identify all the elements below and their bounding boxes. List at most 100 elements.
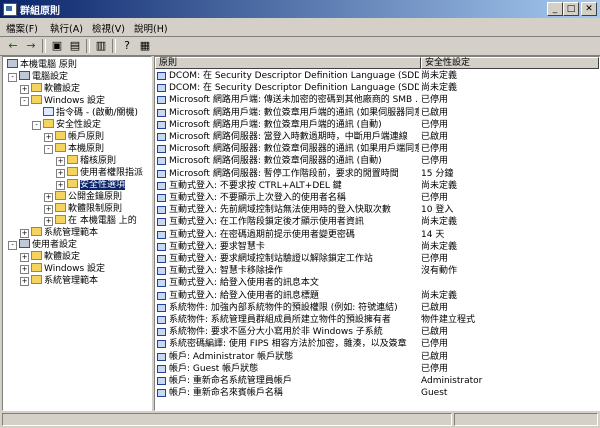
policy-name: 系統物件: 要求不區分大小寫用於非 Windows 子系統 bbox=[169, 327, 383, 338]
collapse-icon[interactable]: - bbox=[44, 145, 53, 154]
policy-row[interactable]: 互動式登入: 不要求按 CTRL+ALT+DEL 鍵 尚未定義 bbox=[155, 180, 599, 192]
menu-help[interactable]: 說明(H) bbox=[134, 21, 168, 35]
tree-node[interactable]: 公開金鑰原則 bbox=[55, 191, 122, 203]
policy-row[interactable]: Microsoft 網路伺服器: 數位簽章伺服器的通訊 (如果用戶端同意) 已停用 bbox=[155, 143, 599, 155]
show-tree-icon[interactable]: ▤ bbox=[66, 39, 84, 53]
policy-row[interactable]: DCOM: 在 Security Descriptor Definition L… bbox=[155, 82, 599, 94]
policy-row[interactable]: 系統密碼編譯: 使用 FIPS 相容方法於加密，雜湊，以及簽章 已停用 bbox=[155, 338, 599, 350]
policy-row[interactable]: 帳戶: 重新命名來賓帳戶名稱 Guest bbox=[155, 387, 599, 399]
help-icon[interactable]: ? bbox=[118, 39, 136, 53]
expand-icon[interactable]: + bbox=[44, 205, 53, 214]
policy-name: 系統物件: 系統管理員群組成員所建立物件的預設擁有者 bbox=[169, 315, 391, 325]
back-icon[interactable]: ← bbox=[4, 39, 22, 53]
tree-node[interactable]: 指令碼 - (啟動/關機) bbox=[43, 107, 138, 119]
expand-icon[interactable]: + bbox=[56, 169, 65, 178]
expand-icon[interactable]: + bbox=[44, 193, 53, 202]
tree-node[interactable]: 系統管理範本 bbox=[31, 227, 98, 239]
policy-row[interactable]: Microsoft 網路用戶端: 數位簽章用戶端的通訊 (如果伺服器同意) 已啟用 bbox=[155, 107, 599, 119]
tree-node[interactable]: 軟體設定 bbox=[31, 251, 80, 263]
column-header-setting[interactable]: 安全性設定 bbox=[421, 57, 599, 69]
folder-icon bbox=[55, 203, 66, 212]
policy-setting: 已啟用 bbox=[421, 302, 449, 313]
forward-icon[interactable]: → bbox=[22, 39, 40, 53]
tree-node-label: 本機原則 bbox=[68, 144, 105, 154]
column-header-policy[interactable]: 原則 bbox=[155, 57, 421, 69]
policy-list[interactable]: 原則 安全性設定 DCOM: 在 Security Descriptor Def… bbox=[154, 56, 600, 411]
collapse-icon[interactable]: - bbox=[32, 121, 41, 130]
policy-row[interactable]: Microsoft 網路伺服器: 暫停工作階段前，要求的閒置時間 15 分鐘 bbox=[155, 168, 599, 180]
policy-row[interactable]: 帳戶: 重新命名系統管理員帳戶 Administrator bbox=[155, 375, 599, 387]
expand-icon[interactable]: + bbox=[20, 265, 29, 274]
policy-row[interactable]: Microsoft 網路伺服器: 數位簽章伺服器的通訊 (自動) 已停用 bbox=[155, 155, 599, 167]
collapse-icon[interactable]: - bbox=[8, 241, 17, 250]
collapse-icon[interactable]: - bbox=[8, 73, 17, 82]
minimize-button[interactable]: _ bbox=[547, 2, 563, 16]
script-icon bbox=[43, 107, 54, 116]
expand-icon[interactable]: + bbox=[44, 133, 53, 142]
policy-row[interactable]: 系統物件: 系統管理員群組成員所建立物件的預設擁有者 物件建立程式 bbox=[155, 314, 599, 326]
expand-icon[interactable]: + bbox=[56, 181, 65, 190]
policy-row[interactable]: 互動式登入: 先前網域控制站無法使用時的登入快取次數 10 登入 bbox=[155, 204, 599, 216]
expand-icon[interactable]: + bbox=[56, 157, 65, 166]
tree-node[interactable]: 電腦設定 bbox=[19, 71, 68, 83]
tree-node[interactable]: 本機原則 bbox=[55, 143, 104, 155]
policy-row[interactable]: Microsoft 網路用戶端: 數位簽章用戶端的通訊 (自動) 已停用 bbox=[155, 119, 599, 131]
tree-node[interactable]: 在 本機電腦 上的 bbox=[55, 215, 137, 227]
tree-node[interactable]: 安全性選項 bbox=[67, 179, 126, 191]
policy-row[interactable]: 系統物件: 要求不區分大小寫用於非 Windows 子系統 已啟用 bbox=[155, 326, 599, 338]
properties-icon[interactable]: ▦ bbox=[136, 39, 154, 53]
tree-node[interactable]: 使用者權限指派 bbox=[67, 167, 143, 179]
policy-name: 系統物件: 加強內部系統物件的預設權限 (例如: 符號連結) bbox=[169, 302, 398, 313]
policy-row[interactable]: 互動式登入: 在工作階段鎖定後才顯示使用者資訊 尚未定義 bbox=[155, 216, 599, 228]
tree-node[interactable]: 軟體限制原則 bbox=[55, 203, 122, 215]
collapse-icon[interactable]: - bbox=[20, 97, 29, 106]
policy-row[interactable]: 互動式登入: 不要顯示上次登入的使用者名稱 已停用 bbox=[155, 192, 599, 204]
tree-node[interactable]: 軟體設定 bbox=[31, 83, 80, 95]
policy-row[interactable]: 互動式登入: 給登入使用者的訊息標題 尚未定義 bbox=[155, 290, 599, 302]
tree-node[interactable]: 帳戶原則 bbox=[55, 131, 104, 143]
policy-row[interactable]: 互動式登入: 要求智慧卡 尚未定義 bbox=[155, 241, 599, 253]
expand-icon[interactable]: + bbox=[20, 253, 29, 262]
policy-icon bbox=[157, 328, 166, 337]
expand-icon[interactable]: + bbox=[44, 217, 53, 226]
tree-node[interactable]: 本機電腦 原則 bbox=[7, 59, 77, 71]
expand-icon[interactable]: + bbox=[20, 229, 29, 238]
policy-row[interactable]: Microsoft 網路伺服器: 當登入時數過期時，中斷用戶端連線 已啟用 bbox=[155, 131, 599, 143]
policy-name: 互動式登入: 不要顯示上次登入的使用者名稱 bbox=[169, 193, 346, 203]
tree-node-label: 使用者設定 bbox=[32, 240, 78, 250]
tree-node[interactable]: Windows 設定 bbox=[31, 95, 105, 107]
menu-view[interactable]: 檢視(V) bbox=[92, 21, 125, 35]
console-tree[interactable]: 本機電腦 原則 - 電腦設定 + 軟體設定 - Windows 設定 指令碼 - (啟動/關機… bbox=[2, 56, 152, 411]
policy-name: 帳戶: 重新命名來賓帳戶名稱 bbox=[169, 388, 283, 399]
policy-name: 互動式登入: 智慧卡移除操作 bbox=[169, 266, 283, 277]
up-folder-icon[interactable]: ▣ bbox=[48, 39, 66, 53]
policy-row[interactable]: 系統物件: 加強內部系統物件的預設權限 (例如: 符號連結) 已啟用 bbox=[155, 302, 599, 314]
tree-node[interactable]: 安全性設定 bbox=[43, 119, 101, 131]
policy-name: 互動式登入: 給登入使用者的訊息標題 bbox=[169, 290, 319, 301]
policy-row[interactable]: 帳戶: Administrator 帳戶狀態 已啟用 bbox=[155, 351, 599, 363]
status-cell bbox=[2, 413, 452, 426]
export-list-icon[interactable]: ▥ bbox=[92, 39, 110, 53]
tree-node[interactable]: 系統管理範本 bbox=[31, 275, 98, 287]
policy-row[interactable]: 互動式登入: 給登入使用者的訊息本文 bbox=[155, 277, 599, 289]
tree-node[interactable]: 稽核原則 bbox=[67, 155, 116, 167]
expand-icon[interactable]: + bbox=[20, 85, 29, 94]
policy-icon bbox=[157, 145, 166, 154]
policy-row[interactable]: 互動式登入: 智慧卡移除操作 沒有動作 bbox=[155, 265, 599, 277]
policy-row[interactable]: DCOM: 在 Security Descriptor Definition L… bbox=[155, 70, 599, 82]
policy-icon bbox=[157, 255, 166, 263]
policy-row[interactable]: 帳戶: Guest 帳戶狀態 已停用 bbox=[155, 363, 599, 375]
menu-file[interactable]: 檔案(F) bbox=[6, 21, 38, 35]
policy-row[interactable]: Microsoft 網路用戶端: 傳送未加密的密碼到其他廠商的 SMB ... 已… bbox=[155, 94, 599, 106]
tree-node-label: 指令碼 - (啟動/關機) bbox=[56, 108, 139, 118]
policy-row[interactable]: 互動式登入: 要求網域控制站驗證以解除鎖定工作站 已停用 bbox=[155, 253, 599, 265]
tree-node[interactable]: Windows 設定 bbox=[31, 263, 105, 275]
menu-action[interactable]: 執行(A) bbox=[50, 21, 83, 35]
close-button[interactable]: ✕ bbox=[581, 2, 597, 16]
maximize-button[interactable]: □ bbox=[563, 2, 579, 16]
expand-icon[interactable]: + bbox=[20, 277, 29, 286]
app-icon[interactable] bbox=[3, 3, 17, 16]
tree-node[interactable]: 使用者設定 bbox=[19, 239, 77, 251]
policy-icon bbox=[157, 267, 166, 276]
policy-row[interactable]: 互動式登入: 在密碼過期前提示使用者變更密碼 14 天 bbox=[155, 229, 599, 241]
